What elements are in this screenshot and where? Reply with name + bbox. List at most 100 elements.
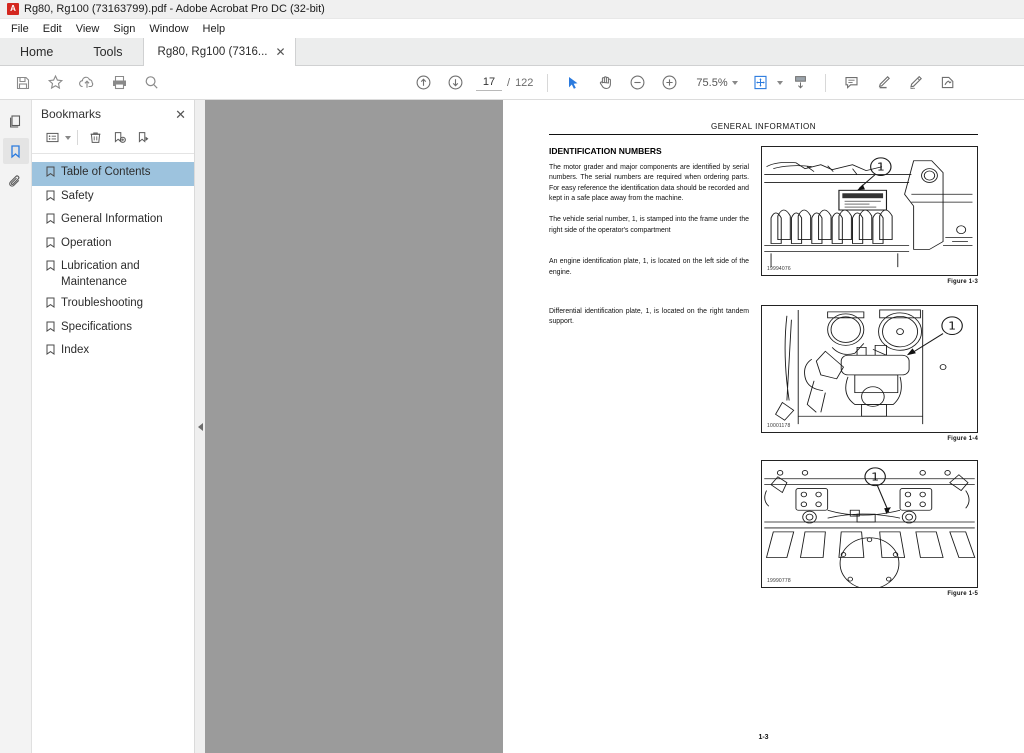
main-toolbar: / 122	[0, 66, 1024, 100]
highlight-icon[interactable]	[868, 69, 898, 97]
page-text-column: IDENTIFICATION NUMBERS The motor grader …	[549, 146, 749, 604]
tab-bar: Home Tools Rg80, Rg100 (7316... ✕	[0, 38, 1024, 66]
app-body: Bookmarks ✕ Table of Contents Safety Gen…	[0, 100, 1024, 753]
menu-bar: File Edit View Sign Window Help	[0, 19, 1024, 38]
toolbar-divider-right	[825, 73, 826, 92]
arrow-up-circle-icon[interactable]	[408, 69, 438, 97]
toolbar-navigation-group: / 122	[408, 69, 738, 97]
toolbar-right-group	[745, 69, 962, 97]
figure-1-5-caption: Figure 1-5	[947, 591, 978, 597]
section-title: IDENTIFICATION NUMBERS	[549, 146, 662, 156]
figure-1-3: 1 19994076 Figure 1-3	[761, 146, 978, 285]
bookmark-item-label: Troubleshooting	[61, 297, 144, 310]
figure-1-5-image: 1 19990778	[761, 460, 978, 588]
figure-1-4-caption: Figure 1-4	[947, 436, 978, 442]
chevron-left-icon	[197, 422, 203, 431]
paragraph-intro: The motor grader and major components ar…	[549, 164, 749, 203]
tab-home[interactable]: Home	[0, 38, 73, 65]
menu-sign[interactable]: Sign	[106, 21, 142, 37]
panel-collapse-handle[interactable]	[195, 100, 205, 753]
bookmark-item-label: Lubrication and Maintenance	[61, 260, 140, 288]
toolbar-divider	[547, 73, 549, 92]
page-fit-icon[interactable]	[745, 69, 775, 97]
bookmark-item-general-information[interactable]: General Information	[32, 209, 194, 233]
zoom-level-value: 75.5%	[696, 76, 728, 89]
page-thumbnails-icon[interactable]	[3, 108, 29, 134]
menu-help[interactable]: Help	[196, 21, 233, 37]
tab-tools[interactable]: Tools	[73, 38, 142, 65]
upload-cloud-icon[interactable]	[72, 69, 102, 97]
scroll-mode-icon[interactable]	[785, 69, 815, 97]
bookmark-item-table-of-contents[interactable]: Table of Contents	[32, 162, 194, 186]
page-fit-chevron-down-icon[interactable]	[777, 80, 783, 85]
bookmark-icon	[46, 260, 55, 277]
bookmark-options-chevron-down-icon[interactable]	[65, 135, 71, 140]
bookmarks-panel: Bookmarks ✕ Table of Contents Safety Gen…	[32, 100, 195, 753]
comment-icon[interactable]	[836, 69, 866, 97]
navigation-rail	[0, 100, 32, 753]
chevron-down-icon	[731, 80, 738, 85]
bookmark-icon	[46, 190, 55, 207]
close-icon[interactable]: ✕	[276, 46, 286, 58]
close-icon[interactable]: ✕	[175, 108, 186, 121]
title-bar: Rg80, Rg100 (73163799).pdf - Adobe Acrob…	[0, 0, 1024, 19]
zoom-level-dropdown[interactable]: 75.5%	[696, 76, 738, 89]
star-icon[interactable]	[40, 69, 70, 97]
page-number-input[interactable]	[476, 74, 502, 91]
bookmark-item-safety[interactable]: Safety	[32, 186, 194, 210]
page-total-label: 122	[515, 76, 534, 89]
bookmarks-panel-title: Bookmarks	[41, 107, 102, 121]
bookmark-item-label: Index	[61, 344, 90, 357]
bookmarks-toolbar-divider	[77, 130, 78, 145]
hand-icon[interactable]	[590, 69, 620, 97]
header-rule	[549, 134, 978, 135]
bookmark-item-specifications[interactable]: Specifications	[32, 317, 194, 341]
page-separator: /	[507, 76, 511, 89]
new-bookmark-icon[interactable]	[108, 127, 130, 148]
menu-view[interactable]: View	[69, 21, 107, 37]
page-footer: 1-3	[758, 734, 769, 741]
menu-window[interactable]: Window	[142, 21, 195, 37]
draw-icon[interactable]	[900, 69, 930, 97]
bookmark-item-label: Safety	[61, 189, 94, 202]
plus-circle-icon[interactable]	[654, 69, 684, 97]
search-icon[interactable]	[136, 69, 166, 97]
delete-bookmark-icon[interactable]	[84, 127, 106, 148]
bookmark-icon	[46, 321, 55, 338]
tab-document-label: Rg80, Rg100 (7316...	[157, 46, 268, 58]
bookmarks-icon[interactable]	[2, 138, 29, 164]
arrow-down-circle-icon[interactable]	[440, 69, 470, 97]
bookmark-icon	[46, 344, 55, 361]
bookmarks-toolbar	[32, 127, 194, 154]
save-icon[interactable]	[8, 69, 38, 97]
bookmark-item-label: Operation	[61, 236, 112, 249]
sign-icon[interactable]	[932, 69, 962, 97]
tab-document[interactable]: Rg80, Rg100 (7316... ✕	[142, 38, 296, 66]
bookmark-item-troubleshooting[interactable]: Troubleshooting	[32, 293, 194, 317]
print-icon[interactable]	[104, 69, 134, 97]
toolbar-left-group	[0, 69, 166, 97]
bookmark-item-lubrication-and-maintenance[interactable]: Lubrication and Maintenance	[32, 256, 194, 293]
figure-1-3-drawing-number: 19994076	[767, 266, 791, 272]
paragraph-vehicle-serial: The vehicle serial number, 1, is stamped…	[549, 216, 749, 234]
cursor-arrow-icon[interactable]	[558, 69, 588, 97]
svg-text:1: 1	[871, 470, 879, 483]
minus-circle-icon[interactable]	[622, 69, 652, 97]
svg-text:1: 1	[877, 160, 885, 173]
edit-bookmark-icon[interactable]	[132, 127, 154, 148]
bookmark-options-icon[interactable]	[41, 127, 63, 148]
page-figure-column: 1 19994076 Figure 1-3 1 10001178 Figure …	[761, 146, 978, 604]
window-title: Rg80, Rg100 (73163799).pdf - Adobe Acrob…	[24, 3, 325, 15]
bookmarks-panel-header: Bookmarks ✕	[32, 100, 194, 127]
bookmark-item-label: General Information	[61, 213, 163, 226]
figure-1-5-drawing-number: 19990778	[767, 578, 791, 584]
menu-file[interactable]: File	[4, 21, 36, 37]
bookmark-item-operation[interactable]: Operation	[32, 233, 194, 257]
menu-edit[interactable]: Edit	[36, 21, 69, 37]
figure-1-4-image: 1 10001178	[761, 305, 978, 433]
figure-1-5: 1 19990778 Figure 1-5	[761, 460, 978, 597]
attachments-icon[interactable]	[3, 168, 29, 194]
pdf-page: GENERAL INFORMATION IDENTIFICATION NUMBE…	[503, 100, 1024, 753]
bookmark-item-index[interactable]: Index	[32, 340, 194, 364]
figure-1-3-caption: Figure 1-3	[947, 279, 978, 285]
